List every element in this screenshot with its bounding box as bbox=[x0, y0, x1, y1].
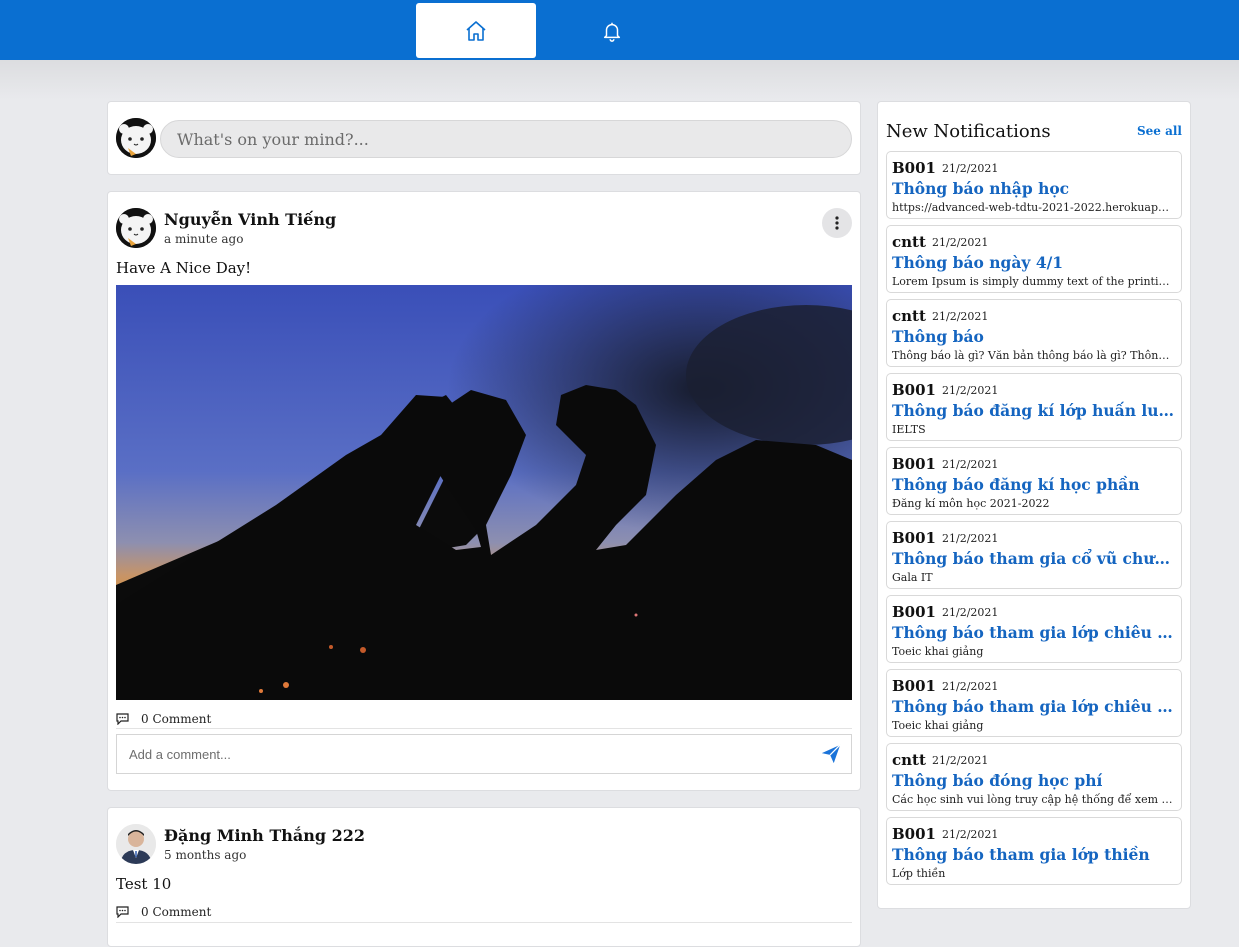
more-vertical-icon bbox=[835, 216, 839, 230]
notification-sender: cntt bbox=[892, 751, 926, 769]
notification-description: Lớp thiền bbox=[892, 867, 946, 880]
notification-item[interactable]: B001 21/2/2021 Thông báo đăng kí học phần Đ… bbox=[886, 447, 1182, 515]
notification-title[interactable]: Thông báo ngày 4/1 bbox=[892, 253, 1176, 272]
comment-placeholder: Add a comment... bbox=[129, 746, 231, 762]
post-composer: What's on your mind?... bbox=[107, 101, 861, 175]
person-avatar-icon bbox=[116, 824, 156, 864]
home-icon bbox=[466, 20, 486, 41]
notification-title[interactable]: Thông báo đóng học phí bbox=[892, 771, 1176, 790]
send-comment-button[interactable] bbox=[820, 743, 842, 768]
notification-title[interactable]: Thông báo tham gia cổ vũ chương trình bbox=[892, 549, 1176, 568]
notification-sender: cntt bbox=[892, 307, 926, 325]
notification-title[interactable]: Thông báo tham gia lớp thiền bbox=[892, 845, 1176, 864]
comment-count-label: 0 Comment bbox=[141, 712, 212, 726]
tab-notifications[interactable] bbox=[552, 3, 672, 58]
comment-count[interactable]: 0 Comment bbox=[116, 712, 211, 726]
post-content: Have A Nice Day! bbox=[116, 259, 252, 277]
notification-description: Đăng kí môn học 2021-2022 bbox=[892, 497, 1050, 510]
header-shadow bbox=[0, 60, 1239, 100]
notification-sender: B001 bbox=[892, 677, 936, 695]
notification-date: 21/2/2021 bbox=[932, 754, 989, 767]
comment-input[interactable]: Add a comment... bbox=[116, 734, 852, 774]
notification-item[interactable]: B001 21/2/2021 Thông báo tham gia lớp thiề… bbox=[886, 817, 1182, 885]
divider bbox=[116, 728, 852, 729]
comment-icon bbox=[116, 906, 129, 918]
notification-date: 21/2/2021 bbox=[942, 606, 999, 619]
post-image[interactable] bbox=[116, 285, 852, 700]
divider bbox=[116, 922, 852, 923]
notification-date: 21/2/2021 bbox=[932, 236, 989, 249]
see-all-link[interactable]: See all bbox=[1137, 124, 1182, 138]
notifications-panel: New Notifications See all B001 21/2/2021 T… bbox=[877, 101, 1191, 909]
notification-title[interactable]: Thông báo bbox=[892, 327, 1176, 346]
notification-description: IELTS bbox=[892, 423, 926, 436]
post-author[interactable]: Đặng Minh Thắng 222 bbox=[164, 826, 365, 845]
notification-date: 21/2/2021 bbox=[942, 828, 999, 841]
notification-description: Các học sinh vui lòng truy cập hệ thống … bbox=[892, 793, 1176, 806]
cat-avatar-icon bbox=[116, 118, 156, 158]
post-card: Nguyễn Vinh Tiếng a minute ago Have A Ni… bbox=[107, 191, 861, 791]
notification-item[interactable]: cntt 21/2/2021 Thông báo Thông báo là gì? V… bbox=[886, 299, 1182, 367]
notification-date: 21/2/2021 bbox=[942, 458, 999, 471]
post-timestamp: a minute ago bbox=[164, 232, 244, 246]
notification-date: 21/2/2021 bbox=[932, 310, 989, 323]
notification-sender: B001 bbox=[892, 825, 936, 843]
tab-home[interactable] bbox=[416, 3, 536, 58]
notification-sender: B001 bbox=[892, 381, 936, 399]
post-card: Đặng Minh Thắng 222 5 months ago Test 10… bbox=[107, 807, 861, 947]
notification-title[interactable]: Thông báo đăng kí học phần bbox=[892, 475, 1176, 494]
comment-count[interactable]: 0 Comment bbox=[116, 905, 211, 919]
notification-description: Gala IT bbox=[892, 571, 933, 584]
cat-avatar-icon bbox=[116, 208, 156, 248]
notification-item[interactable]: cntt 21/2/2021 Thông báo đóng học phí Các h… bbox=[886, 743, 1182, 811]
post-options-button[interactable] bbox=[822, 208, 852, 238]
notification-item[interactable]: B001 21/2/2021 Thông báo nhập học https://a… bbox=[886, 151, 1182, 219]
avatar[interactable] bbox=[116, 208, 156, 248]
post-author[interactable]: Nguyễn Vinh Tiếng bbox=[164, 210, 336, 229]
notification-description: Thông báo là gì? Văn bản thông báo là gì… bbox=[892, 349, 1176, 362]
comment-icon bbox=[116, 713, 129, 725]
notification-date: 21/2/2021 bbox=[942, 384, 999, 397]
post-timestamp: 5 months ago bbox=[164, 848, 247, 862]
notification-title[interactable]: Thông báo đăng kí lớp huấn luyện IELTS bbox=[892, 401, 1176, 420]
comment-count-label: 0 Comment bbox=[141, 905, 212, 919]
notification-item[interactable]: B001 21/2/2021 Thông báo tham gia lớp chiê… bbox=[886, 669, 1182, 737]
bell-icon bbox=[603, 22, 621, 42]
notification-sender: B001 bbox=[892, 529, 936, 547]
notification-description: Toeic khai giảng bbox=[892, 645, 984, 658]
notification-date: 21/2/2021 bbox=[942, 680, 999, 693]
notification-item[interactable]: cntt 21/2/2021 Thông báo ngày 4/1 Lorem Ips… bbox=[886, 225, 1182, 293]
top-nav-bar bbox=[0, 0, 1239, 60]
notification-sender: B001 bbox=[892, 159, 936, 177]
notification-description: Toeic khai giảng bbox=[892, 719, 984, 732]
notification-description: https://advanced-web-tdtu-2021-2022.hero… bbox=[892, 201, 1176, 214]
notification-title[interactable]: Thông báo nhập học bbox=[892, 179, 1176, 198]
notification-title[interactable]: Thông báo tham gia lớp chiêu sinh Toeic bbox=[892, 697, 1176, 716]
notification-sender: B001 bbox=[892, 455, 936, 473]
send-icon bbox=[821, 744, 841, 764]
notification-sender: cntt bbox=[892, 233, 926, 251]
hands-heart-sunset-image bbox=[116, 285, 852, 700]
notification-description: Lorem Ipsum is simply dummy text of the … bbox=[892, 275, 1176, 288]
notification-item[interactable]: B001 21/2/2021 Thông báo đăng kí lớp huấn … bbox=[886, 373, 1182, 441]
notifications-title: New Notifications bbox=[886, 121, 1051, 142]
notification-date: 21/2/2021 bbox=[942, 162, 999, 175]
status-input[interactable]: What's on your mind?... bbox=[160, 120, 852, 158]
notification-item[interactable]: B001 21/2/2021 Thông báo tham gia lớp chiê… bbox=[886, 595, 1182, 663]
post-content: Test 10 bbox=[116, 875, 172, 893]
notification-sender: B001 bbox=[892, 603, 936, 621]
notification-item[interactable]: B001 21/2/2021 Thông báo tham gia cổ vũ ch… bbox=[886, 521, 1182, 589]
notification-title[interactable]: Thông báo tham gia lớp chiêu sinh Toeic bbox=[892, 623, 1176, 642]
avatar[interactable] bbox=[116, 824, 156, 864]
notification-date: 21/2/2021 bbox=[942, 532, 999, 545]
avatar[interactable] bbox=[116, 118, 156, 158]
